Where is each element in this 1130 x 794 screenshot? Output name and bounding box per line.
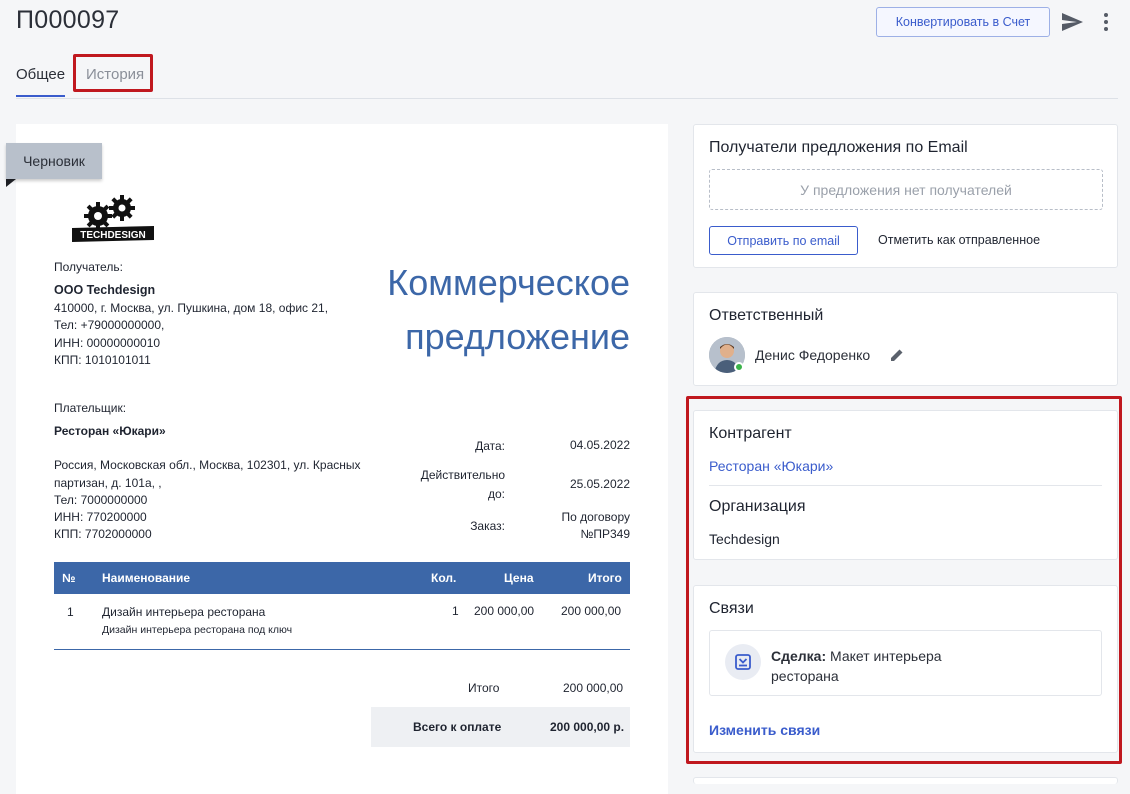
header-price: Цена — [504, 571, 534, 585]
logo-text: TECHDESIGN — [80, 230, 146, 241]
status-badge: Черновик — [6, 143, 102, 179]
order-label: Заказ: — [470, 519, 505, 533]
convert-to-invoice-button[interactable]: Конвертировать в Счет — [876, 7, 1050, 37]
valid-until-label-2: до: — [487, 487, 505, 501]
company-logo: TECHDESIGN — [72, 195, 154, 242]
order-value-1: По договору — [561, 510, 630, 524]
recipient-name: ООО Techdesign — [54, 283, 156, 297]
date-value: 04.05.2022 — [569, 438, 630, 452]
payer-kpp: КПП: 7702000000 — [54, 527, 152, 541]
payer-label: Плательщик: — [54, 401, 127, 415]
header-total: Итого — [588, 571, 622, 585]
payer-inn: ИНН: 770200000 — [54, 510, 147, 524]
document-heading-line2: предложение — [405, 316, 630, 357]
grand-total-value: 200 000,00 р. — [550, 720, 625, 734]
next-card-edge — [693, 777, 1118, 784]
recipient-phone: Тел: +79000000000, — [54, 318, 165, 332]
recipient-kpp: КПП: 1010101011 — [54, 353, 151, 367]
mark-as-sent-button[interactable]: Отметить как отправленное — [878, 233, 1040, 247]
header-name: Наименование — [102, 571, 191, 585]
recipient-address: 410000, г. Москва, ул. Пушкина, дом 18, … — [54, 301, 329, 315]
more-vertical-icon[interactable] — [1096, 10, 1116, 34]
grand-total-label: Всего к оплате — [413, 720, 502, 734]
row-total: 200 000,00 — [561, 604, 622, 618]
payer-address-line1: Россия, Московская обл., Москва, 102301,… — [54, 458, 361, 472]
recipient-inn: ИНН: 00000000010 — [54, 336, 161, 350]
payer-phone: Тел: 7000000000 — [54, 493, 148, 507]
header-qty: Кол. — [431, 571, 457, 585]
tab-history-highlight — [73, 54, 153, 92]
send-email-button[interactable]: Отправить по email — [709, 226, 858, 255]
edit-icon[interactable] — [889, 347, 905, 363]
payer-address-line2: партизан, д. 101а, , — [54, 476, 162, 490]
page-title: П000097 — [16, 6, 120, 34]
order-value-2: №ПР349 — [580, 527, 630, 541]
recipient-label: Получатель: — [54, 260, 123, 274]
items-table-header: № Наименование Кол. Цена Итого — [54, 562, 630, 594]
online-status-dot — [734, 362, 744, 372]
row-qty: 1 — [452, 604, 459, 618]
email-card-title: Получатели предложения по Email — [709, 139, 968, 156]
badge-fold — [6, 179, 16, 187]
responsible-title: Ответственный — [709, 307, 824, 324]
row-description: Дизайн интерьера ресторана под ключ — [102, 624, 293, 636]
date-label: Дата: — [475, 439, 505, 453]
header-num: № — [62, 571, 76, 585]
valid-until-label-1: Действительно — [420, 468, 505, 482]
valid-until-value: 25.05.2022 — [569, 477, 630, 491]
row-price: 200 000,00 — [474, 604, 535, 618]
document-heading-line1: Коммерческое — [387, 262, 630, 303]
row-num: 1 — [67, 605, 74, 619]
tabs-bar: Общее История — [16, 54, 1118, 99]
subtotal-value: 200 000,00 — [563, 681, 624, 695]
subtotal-label: Итого — [468, 681, 500, 695]
tab-general[interactable]: Общее — [16, 66, 66, 97]
responsible-user-name[interactable]: Денис Федоренко — [755, 347, 870, 363]
payer-name: Ресторан «Юкари» — [54, 424, 166, 438]
no-recipients-placeholder: У предложения нет получателей — [709, 169, 1103, 210]
send-icon[interactable] — [1060, 10, 1084, 34]
contractor-links-highlight — [686, 396, 1122, 764]
table-bottom-line — [54, 649, 630, 650]
row-name: Дизайн интерьера ресторана — [102, 605, 266, 619]
